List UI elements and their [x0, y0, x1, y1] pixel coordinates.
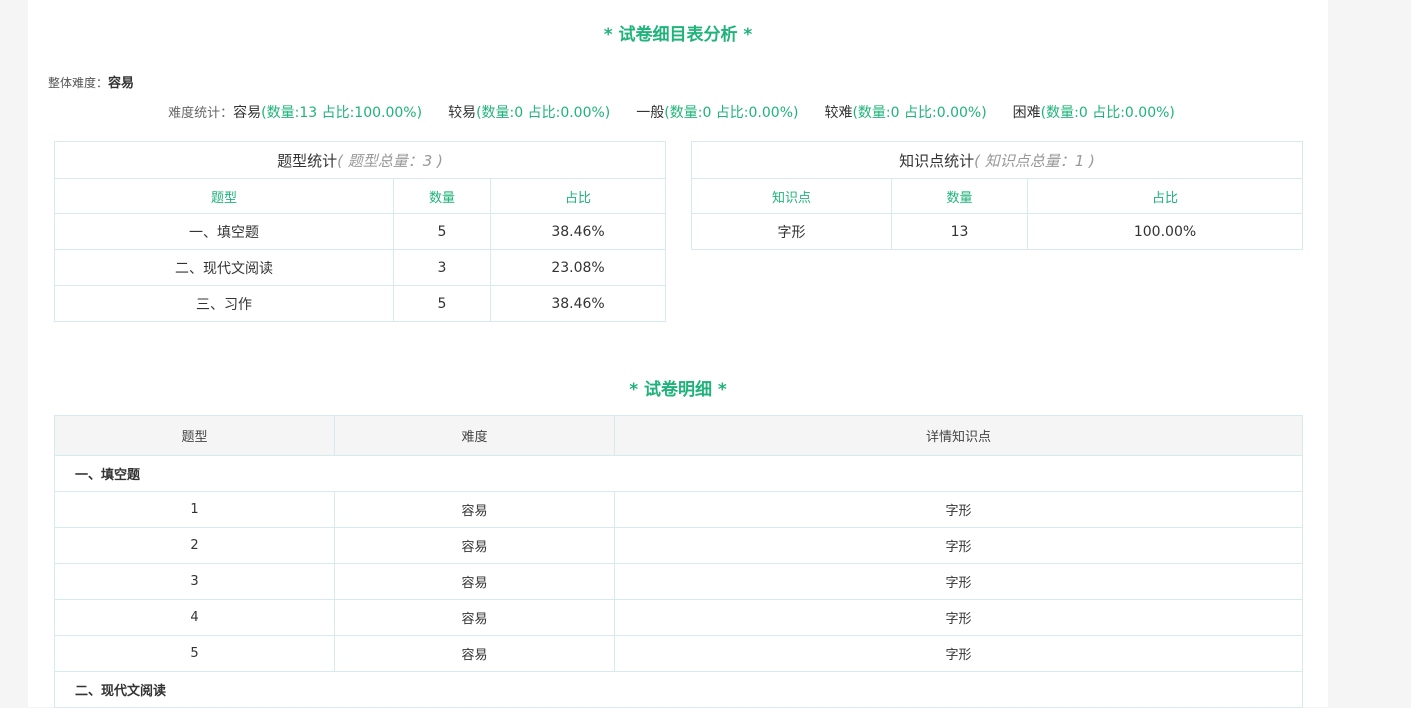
section-name: 一、填空题 [54, 455, 1303, 492]
overall-difficulty: 整体难度：容易 [48, 72, 134, 91]
difficulty-stats: 难度统计：容易(数量:13 占比:100.00%) 较易(数量:0 占比:0.00… [28, 102, 1328, 122]
question-number-cell: 3 [54, 563, 335, 600]
ratio-cell: 23.08% [489, 249, 667, 286]
section-name: 二、现代文阅读 [54, 671, 1303, 708]
question-number-cell: 4 [54, 599, 335, 636]
detail-table: 题型 难度 详情知识点 一、填空题 1 容易 字形 2 容易 字形 3 容易 字… [54, 415, 1303, 708]
difficulty-stats-label: 难度统计： [168, 106, 234, 121]
type-cell: 一、填空题 [54, 213, 394, 250]
knowledge-cell: 字形 [614, 599, 1303, 636]
difficulty-stat-medium: 一般(数量:0 占比:0.00%) [636, 105, 799, 121]
column-header: 数量 [891, 178, 1028, 214]
table-header-row: 题型 数量 占比 [54, 178, 667, 214]
question-number-cell: 1 [54, 491, 335, 528]
overall-difficulty-value: 容易 [108, 76, 135, 91]
difficulty-stat-fairly-hard: 较难(数量:0 占比:0.00%) [824, 105, 987, 121]
column-header: 题型 [54, 415, 335, 456]
table-row: 三、习作 5 38.46% [54, 285, 667, 322]
column-header: 详情知识点 [614, 415, 1303, 456]
analysis-panel: * 试卷细目表分析 * 整体难度：容易 难度统计：容易(数量:13 占比:100… [28, 0, 1328, 708]
table-row: 1 容易 字形 [54, 491, 1303, 528]
column-header: 题型 [54, 178, 394, 214]
question-number-cell: 5 [54, 635, 335, 672]
column-header: 占比 [1026, 178, 1304, 214]
table-row: 3 容易 字形 [54, 563, 1303, 600]
type-cell: 三、习作 [54, 285, 394, 322]
table-header-row: 知识点 数量 占比 [691, 178, 1304, 214]
table-row: 字形 13 100.00% [691, 213, 1304, 250]
knowledge-cell: 字形 [614, 527, 1303, 564]
difficulty-cell: 容易 [334, 563, 615, 600]
difficulty-cell: 容易 [334, 599, 615, 636]
ratio-cell: 38.46% [489, 213, 667, 250]
question-number-cell: 2 [54, 527, 335, 564]
difficulty-cell: 容易 [334, 527, 615, 564]
column-header: 数量 [393, 178, 491, 214]
knowledge-stats-total: ( 知识点总量：1 ) [974, 151, 1095, 170]
ratio-cell: 38.46% [489, 285, 667, 322]
knowledge-cell: 字形 [614, 635, 1303, 672]
knowledge-stats-title: 知识点统计 [899, 151, 975, 170]
type-stats-title: 题型统计 [277, 151, 338, 170]
count-cell: 3 [393, 249, 491, 286]
type-stats-caption: 题型统计( 题型总量：3 ) [53, 141, 667, 179]
count-cell: 5 [393, 285, 491, 322]
page-title: * 试卷细目表分析 * [603, 25, 753, 45]
difficulty-stat-hard: 困难(数量:0 占比:0.00%) [1012, 105, 1175, 121]
count-cell: 13 [891, 213, 1028, 250]
table-header-row: 题型 难度 详情知识点 [54, 415, 1303, 456]
difficulty-stat-easy: 容易(数量:13 占比:100.00%) [233, 105, 423, 121]
detail-title: * 试卷明细 * [629, 380, 727, 400]
difficulty-cell: 容易 [334, 491, 615, 528]
difficulty-stat-fairly-easy: 较易(数量:0 占比:0.00%) [448, 105, 611, 121]
column-header: 知识点 [691, 178, 892, 214]
count-cell: 5 [393, 213, 491, 250]
difficulty-cell: 容易 [334, 635, 615, 672]
type-stats-total: ( 题型总量：3 ) [337, 151, 443, 170]
type-stats-table: 题型统计( 题型总量：3 ) 题型 数量 占比 一、填空题 5 38.46% 二… [53, 141, 667, 322]
table-row: 二、现代文阅读 3 23.08% [54, 249, 667, 286]
section-row: 二、现代文阅读 [54, 671, 1303, 708]
knowledge-cell: 字形 [614, 491, 1303, 528]
type-cell: 二、现代文阅读 [54, 249, 394, 286]
knowledge-stats-caption: 知识点统计( 知识点总量：1 ) [690, 141, 1304, 179]
table-row: 5 容易 字形 [54, 635, 1303, 672]
table-row: 2 容易 字形 [54, 527, 1303, 564]
table-row: 4 容易 字形 [54, 599, 1303, 636]
overall-difficulty-label: 整体难度： [48, 76, 109, 90]
knowledge-stats-table: 知识点统计( 知识点总量：1 ) 知识点 数量 占比 字形 13 100.00% [690, 141, 1304, 250]
column-header: 难度 [334, 415, 615, 456]
column-header: 占比 [489, 178, 667, 214]
table-row: 一、填空题 5 38.46% [54, 213, 667, 250]
ratio-cell: 100.00% [1026, 213, 1304, 250]
section-row: 一、填空题 [54, 455, 1303, 492]
knowledge-cell: 字形 [614, 563, 1303, 600]
knowledge-cell: 字形 [691, 213, 892, 250]
